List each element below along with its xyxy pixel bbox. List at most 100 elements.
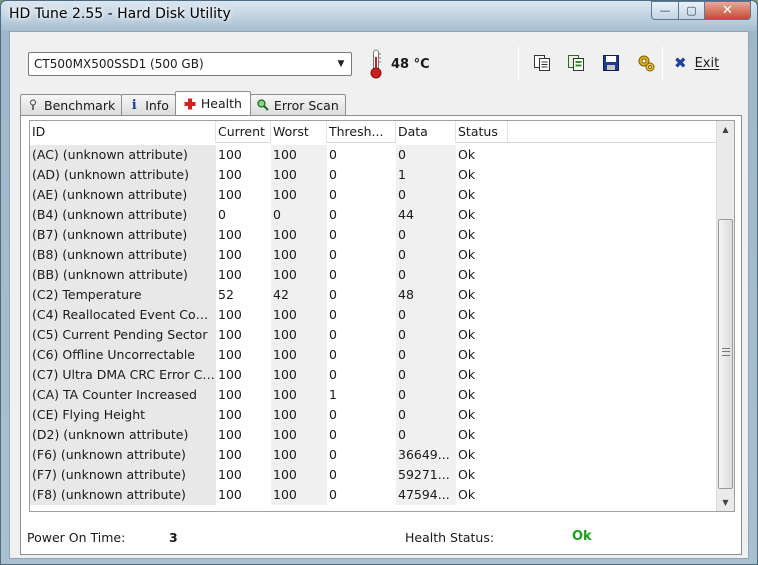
app-window: HD Tune 2.55 - Hard Disk Utility — ▢ ✕ C… <box>0 0 758 565</box>
table-row[interactable]: (F7) (unknown attribute) 100 100 0 59271... O… <box>30 465 716 485</box>
cell-status: Ok <box>458 167 476 182</box>
maximize-button[interactable]: ▢ <box>679 1 705 20</box>
row-filler <box>508 245 716 265</box>
column-header-worst[interactable]: Worst <box>271 121 327 143</box>
table-row[interactable]: (AC) (unknown attribute) 100 100 0 0 Ok <box>30 145 716 165</box>
client-area: CT500MX500SSD1 (500 GB) ▼ 48 °C ✖ Exit B… <box>9 31 749 559</box>
temperature-value: 48 °C <box>391 57 430 72</box>
cell-threshold: 0 <box>329 427 337 442</box>
column-header-threshold[interactable]: Thresh... <box>327 121 396 143</box>
cell-threshold: 0 <box>329 447 337 462</box>
toolbar-separator <box>518 46 519 80</box>
tab-strip: Benchmark i Info Health Error Scan <box>20 91 346 115</box>
cell-id: (C4) Reallocated Event Coun... <box>30 305 216 325</box>
row-filler <box>508 285 716 305</box>
tab-health[interactable]: Health <box>174 91 251 115</box>
minimize-button[interactable]: — <box>651 1 679 20</box>
thermometer-icon <box>370 49 382 79</box>
cell-data: 0 <box>396 425 456 445</box>
cell-worst: 100 <box>271 425 327 445</box>
cell-worst: 100 <box>271 305 327 325</box>
table-row[interactable]: (C7) Ultra DMA CRC Error Co... 100 100 0 0 Ok <box>30 365 716 385</box>
close-button[interactable]: ✕ <box>705 1 751 20</box>
row-filler <box>508 465 716 485</box>
column-header-current[interactable]: Current <box>216 121 271 143</box>
cell-data: 0 <box>396 245 456 265</box>
row-filler <box>508 365 716 385</box>
cell-data: 47594... <box>396 485 456 505</box>
cell-worst: 100 <box>271 345 327 365</box>
cell-current: 100 <box>218 227 242 242</box>
scroll-up-icon[interactable]: ▲ <box>717 121 734 138</box>
cell-threshold: 0 <box>329 367 337 382</box>
tab-benchmark[interactable]: Benchmark <box>20 94 123 115</box>
tab-error-scan[interactable]: Error Scan <box>249 94 346 115</box>
cell-worst: 100 <box>271 325 327 345</box>
table-row[interactable]: (F6) (unknown attribute) 100 100 0 36649... O… <box>30 445 716 465</box>
cell-worst: 0 <box>271 205 327 225</box>
drive-select-value: CT500MX500SSD1 (500 GB) <box>34 57 204 71</box>
info-icon: i <box>131 97 137 113</box>
table-row[interactable]: (C2) Temperature 52 42 0 48 Ok <box>30 285 716 305</box>
tab-info[interactable]: i Info <box>121 94 176 115</box>
cell-worst: 100 <box>271 405 327 425</box>
drive-select[interactable]: CT500MX500SSD1 (500 GB) ▼ <box>28 52 352 76</box>
cell-id: (AD) (unknown attribute) <box>30 165 216 185</box>
cell-worst: 100 <box>271 445 327 465</box>
table-row[interactable]: (AE) (unknown attribute) 100 100 0 0 Ok <box>30 185 716 205</box>
cell-data: 0 <box>396 385 456 405</box>
table-row[interactable]: (C6) Offline Uncorrectable 100 100 0 0 Ok <box>30 345 716 365</box>
cell-current: 100 <box>218 347 242 362</box>
table-row[interactable]: (CE) Flying Height 100 100 0 0 Ok <box>30 405 716 425</box>
cell-worst: 100 <box>271 465 327 485</box>
copy-text-icon[interactable] <box>565 52 587 74</box>
health-status-value: Ok <box>572 529 592 544</box>
table-row[interactable]: (C4) Reallocated Event Coun... 100 100 0 0 Ok <box>30 305 716 325</box>
power-on-time-value: 3 <box>169 530 178 545</box>
table-row[interactable]: (B4) (unknown attribute) 0 0 0 44 Ok <box>30 205 716 225</box>
copy-icon[interactable] <box>531 52 553 74</box>
cell-current: 100 <box>218 247 242 262</box>
table-row[interactable]: (CA) TA Counter Increased 100 100 1 0 Ok <box>30 385 716 405</box>
cell-current: 100 <box>218 387 242 402</box>
scroll-down-icon[interactable]: ▼ <box>717 494 734 511</box>
exit-button[interactable]: ✖ Exit <box>674 54 719 72</box>
cell-threshold: 1 <box>329 387 337 402</box>
cell-current: 100 <box>218 327 242 342</box>
table-row[interactable]: (BB) (unknown attribute) 100 100 0 0 Ok <box>30 265 716 285</box>
row-filler <box>508 325 716 345</box>
window-controls: — ▢ ✕ <box>651 1 751 20</box>
options-icon[interactable] <box>635 52 657 74</box>
smart-attribute-list[interactable]: ID Current Worst Thresh... Data Status (… <box>29 120 735 512</box>
save-icon[interactable] <box>600 52 622 74</box>
table-row[interactable]: (AD) (unknown attribute) 100 100 0 1 Ok <box>30 165 716 185</box>
vertical-scrollbar[interactable]: ▲ ▼ <box>716 121 734 511</box>
column-header-data[interactable]: Data <box>396 121 456 143</box>
cell-threshold: 0 <box>329 187 337 202</box>
cell-worst: 100 <box>271 165 327 185</box>
scrollbar-grip-icon <box>722 348 730 356</box>
cell-id: (F6) (unknown attribute) <box>30 445 216 465</box>
row-filler <box>508 345 716 365</box>
cell-status: Ok <box>458 247 476 262</box>
title-bar[interactable]: HD Tune 2.55 - Hard Disk Utility — ▢ ✕ <box>1 1 757 31</box>
health-footer: Power On Time: 3 Health Status: Ok <box>21 516 741 554</box>
cell-status: Ok <box>458 487 476 502</box>
table-row[interactable]: (B8) (unknown attribute) 100 100 0 0 Ok <box>30 245 716 265</box>
scrollbar-thumb[interactable] <box>718 219 733 489</box>
cell-id: (F8) (unknown attribute) <box>30 485 216 505</box>
cell-current: 100 <box>218 187 242 202</box>
column-header-status[interactable]: Status <box>456 121 508 143</box>
cell-threshold: 0 <box>329 147 337 162</box>
table-row[interactable]: (F8) (unknown attribute) 100 100 0 47594... O… <box>30 485 716 505</box>
row-filler <box>508 405 716 425</box>
cell-data: 0 <box>396 325 456 345</box>
table-row[interactable]: (C5) Current Pending Sector 100 100 0 0 Ok <box>30 325 716 345</box>
chevron-down-icon: ▼ <box>337 59 345 69</box>
cell-current: 100 <box>218 147 242 162</box>
table-row[interactable]: (B7) (unknown attribute) 100 100 0 0 Ok <box>30 225 716 245</box>
table-row[interactable]: (D2) (unknown attribute) 100 100 0 0 Ok <box>30 425 716 445</box>
column-header-id[interactable]: ID <box>30 121 216 143</box>
row-filler <box>508 165 716 185</box>
cell-id: (C5) Current Pending Sector <box>30 325 216 345</box>
